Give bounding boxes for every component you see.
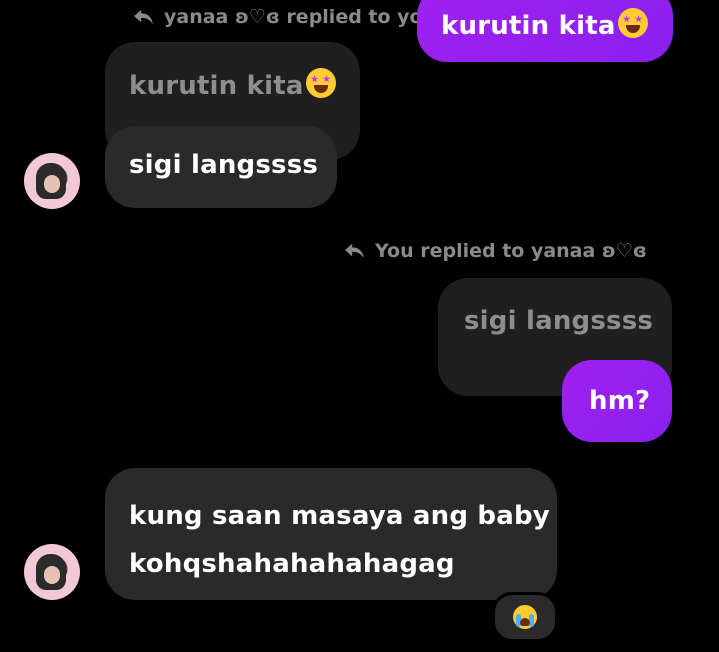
message-text: sigi langssss: [129, 150, 319, 180]
loudly-crying-emoji-icon: [513, 605, 537, 629]
contact-avatar[interactable]: [24, 153, 80, 209]
incoming-message-bubble[interactable]: sigi langssss: [105, 126, 337, 208]
message-text-line: kung saan masaya ang baby: [129, 501, 550, 531]
message-text: hm?: [589, 386, 651, 416]
quoted-text: kurutin kita: [129, 71, 304, 101]
reply-note-label: yanaa ʚ♡ɞ replied to you: [164, 6, 437, 28]
reply-arrow-icon: [345, 243, 364, 259]
outgoing-message-bubble[interactable]: kurutin kita: [417, 0, 673, 62]
star-struck-emoji-icon: [305, 68, 336, 98]
outgoing-message-bubble[interactable]: hm?: [562, 360, 672, 442]
reply-note-label: You replied to yanaa ʚ♡ɞ: [375, 240, 647, 262]
message-text: kurutin kita: [441, 11, 616, 41]
message-text-line: kohqshahahahahagag: [129, 549, 455, 579]
incoming-message-bubble[interactable]: kung saan masaya ang baby kohqshahahahah…: [105, 468, 557, 600]
contact-avatar[interactable]: [24, 544, 80, 600]
star-struck-emoji-icon: [617, 8, 648, 38]
quoted-text: sigi langssss: [464, 306, 654, 336]
message-reaction[interactable]: [492, 592, 558, 642]
reply-note-incoming: yanaa ʚ♡ɞ replied to you: [132, 6, 436, 28]
reply-arrow-icon: [134, 9, 153, 25]
reply-note-outgoing: You replied to yanaa ʚ♡ɞ: [343, 240, 647, 262]
